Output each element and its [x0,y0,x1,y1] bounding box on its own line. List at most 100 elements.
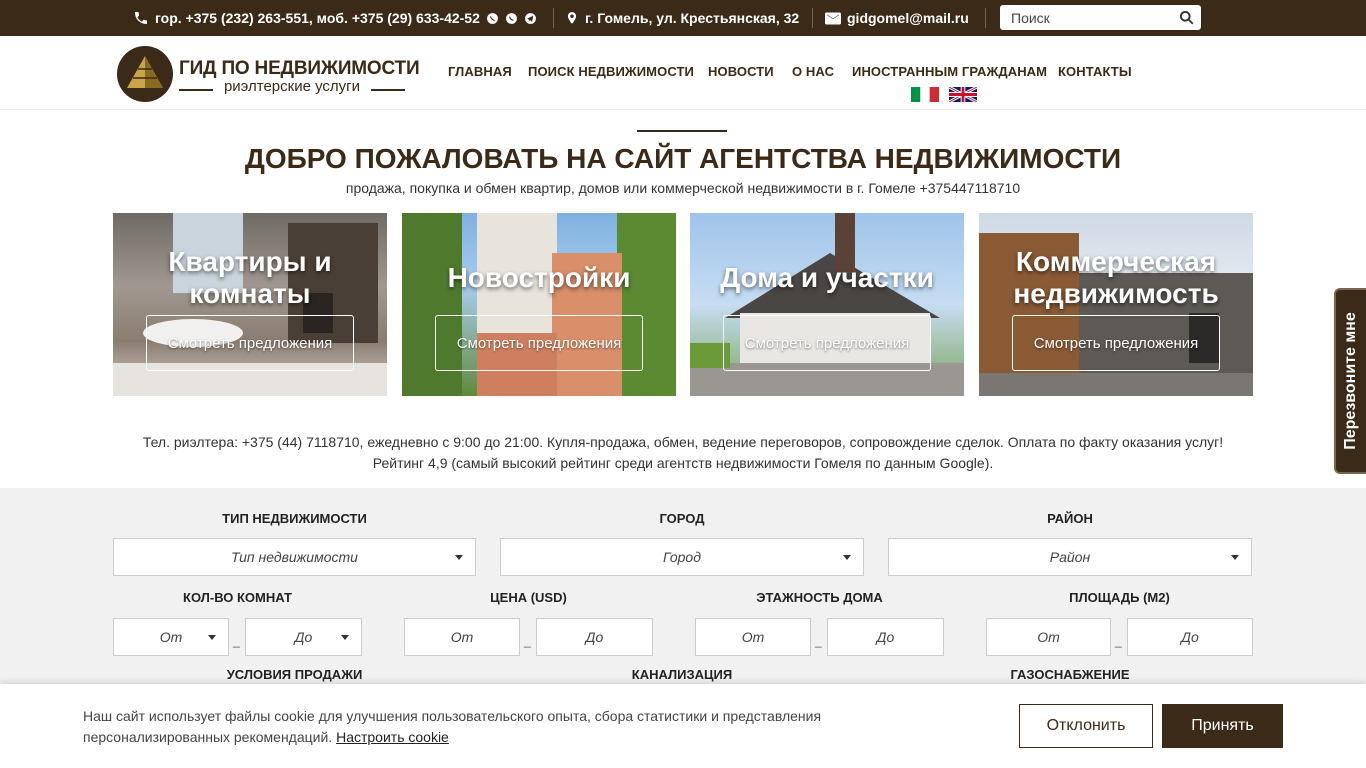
top-bar: гор. +375 (232) 263-551, моб. +375 (29) … [0,0,1366,36]
rooms-to-select[interactable]: До [245,618,362,656]
select-value: Район [1049,549,1091,565]
logo-title: ГИД ПО НЕДВИЖИМОСТИ [179,58,420,79]
floors-to-input[interactable]: До [827,618,944,656]
search-box [1000,5,1201,30]
range-dash: _ [1115,634,1122,648]
select-value: Город [663,549,701,565]
view-offers-button[interactable]: Смотреть предложения [723,315,931,371]
rooms-from-select[interactable]: От [113,618,229,656]
range-dash: _ [233,634,240,648]
telegram-icon[interactable] [524,12,537,25]
filter-label-district: Район [1047,511,1093,526]
city-select[interactable]: Город [500,538,864,576]
location-pin-icon [567,12,577,24]
phones-text: гор. +375 (232) 263-551, моб. +375 (29) … [155,10,480,26]
card-title: Квартиры и комнаты [168,246,332,309]
input-placeholder: До [585,629,604,645]
uk-flag-icon[interactable] [949,87,977,102]
property-type-select[interactable]: Тип недвижимости [113,538,476,576]
cookie-settings-link[interactable]: Настроить cookie [336,729,449,745]
agent-info-line: Тел. риэлтера: +375 (44) 7118710, ежедне… [142,434,1224,450]
input-placeholder: От [450,629,474,645]
nav-news[interactable]: НОВОСТИ [708,64,774,79]
rating-info-line: Рейтинг 4,9 (самый высокий рейтинг среди… [372,455,994,471]
filter-label-city: Город [659,511,705,526]
callback-label: Перезвоните мне [1342,312,1359,450]
category-card-commercial[interactable]: Коммерческая недвижимость Смотреть предл… [979,213,1253,396]
card-title: Новостройки [447,262,631,293]
input-placeholder: До [1181,629,1199,645]
card-title: Коммерческая недвижимость [1013,246,1219,309]
agent-info: Тел. риэлтера: +375 (44) 7118710, ежедне… [0,432,1366,474]
category-card-houses[interactable]: Дома и участки Смотреть предложения [690,213,964,396]
chevron-down-icon [1231,555,1239,560]
filter-label-price: Цена (USD) [490,590,567,605]
district-select[interactable]: Район [888,538,1252,576]
nav-property-search[interactable]: ПОИСК НЕДВИЖИМОСТИ [528,64,694,79]
chevron-down-icon [208,635,216,640]
topbar-divider [985,8,986,28]
filter-label-type: Тип недвижимости [222,511,367,526]
nav-home[interactable]: ГЛАВНАЯ [448,64,512,79]
nav-about[interactable]: О НАС [792,64,834,79]
category-card-new-buildings[interactable]: Новостройки Смотреть предложения [402,213,676,396]
email-contact[interactable]: gidgomel@mail.ru [825,0,969,36]
chevron-down-icon [843,555,851,560]
input-placeholder: От [1037,629,1060,645]
range-dash: _ [524,634,531,648]
decline-cookies-button[interactable]: Отклонить [1019,704,1153,748]
view-offers-button[interactable]: Смотреть предложения [435,315,643,371]
cookie-banner: Наш сайт использует файлы cookie для улу… [0,684,1366,768]
area-to-input[interactable]: До [1127,618,1253,656]
price-from-input[interactable]: От [404,618,520,656]
viber-icon[interactable] [486,12,499,25]
nav-foreigners[interactable]: ИНОСТРАННЫМ ГРАЖДАНАМ [852,64,1047,79]
address-text: г. Гомель, ул. Крестьянская, 32 [585,10,800,26]
topbar-divider [553,8,554,28]
whatsapp-icon[interactable] [505,12,518,25]
filter-label-gas: Газоснабжение [1010,667,1130,682]
chevron-down-icon [341,635,349,640]
select-value: До [294,629,313,645]
topbar-divider [812,8,813,28]
select-value: Тип недвижимости [231,549,358,565]
logo-emblem [117,46,173,102]
cookie-message: Наш сайт использует файлы cookie для улу… [83,706,903,748]
italy-flag-icon[interactable] [911,87,939,102]
input-placeholder: До [876,629,895,645]
pyramid-icon [127,56,163,88]
filter-label-sale-terms: Условия продажи [226,667,363,682]
page-title: ДОБРО ПОЖАЛОВАТЬ НА САЙТ АГЕНТСТВА НЕДВИ… [244,143,1122,174]
site-header: ГИД ПО НЕДВИЖИМОСТИ риэлтерские услуги Г… [0,36,1366,110]
chevron-down-icon [455,555,463,560]
address-contact[interactable]: г. Гомель, ул. Крестьянская, 32 [565,0,799,36]
filter-label-sewerage: Канализация [631,667,733,682]
view-offers-button[interactable]: Смотреть предложения [1012,315,1220,371]
callback-button[interactable]: Перезвоните мне [1334,288,1366,474]
site-logo[interactable]: ГИД ПО НЕДВИЖИМОСТИ риэлтерские услуги [117,46,420,104]
title-decoration [637,130,727,132]
area-from-input[interactable]: От [986,618,1111,656]
range-dash: _ [815,634,822,648]
page-subtitle: продажа, покупка и обмен квартир, домов … [345,180,1021,196]
filter-label-rooms: Кол-во комнат [183,590,292,605]
accept-cookies-button[interactable]: Принять [1162,704,1283,748]
envelope-icon [825,12,841,24]
filter-label-floors: Этажность дома [756,590,883,605]
price-to-input[interactable]: До [536,618,653,656]
logo-subtitle: риэлтерские услуги [179,78,405,95]
input-placeholder: От [741,629,765,645]
floors-from-input[interactable]: От [695,618,811,656]
email-text: gidgomel@mail.ru [847,10,969,26]
view-offers-button[interactable]: Смотреть предложения [146,315,354,371]
select-value: От [159,629,183,645]
phone-icon [135,12,147,24]
filter-label-area: Площадь (м2) [1069,590,1170,605]
category-card-apartments[interactable]: Квартиры и комнаты Смотреть предложения [113,213,387,396]
phone-contact[interactable]: гор. +375 (232) 263-551, моб. +375 (29) … [133,0,537,36]
card-title: Дома и участки [720,262,934,293]
cookie-text: Наш сайт использует файлы cookie для улу… [83,708,822,745]
search-input[interactable] [1000,6,1170,29]
search-icon[interactable] [1179,10,1194,25]
nav-contacts[interactable]: КОНТАКТЫ [1058,64,1132,79]
